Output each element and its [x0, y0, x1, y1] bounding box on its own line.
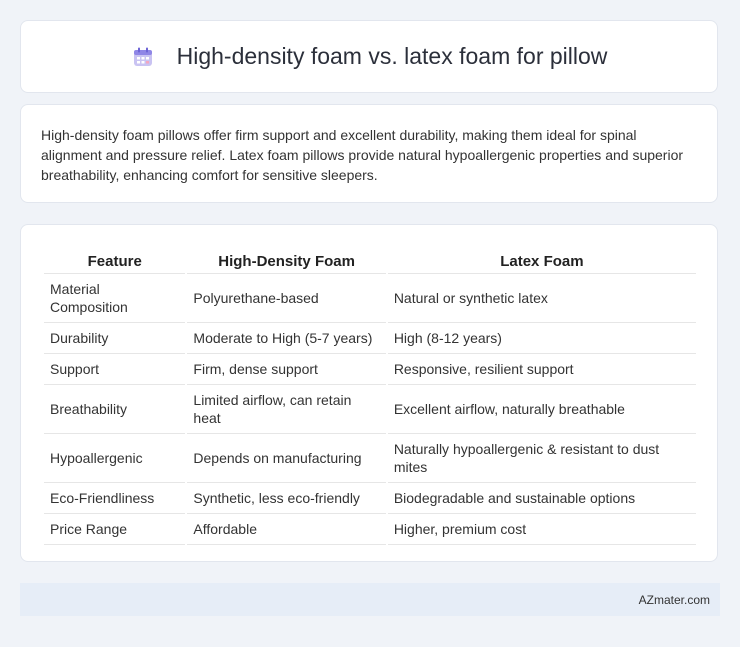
feature-cell: Breathability [44, 385, 186, 434]
summary-text: High-density foam pillows offer firm sup… [41, 127, 684, 183]
comparison-table: Feature High-Density Foam Latex Foam Mat… [42, 245, 698, 545]
feature-cell: Price Range [44, 514, 186, 545]
high-density-foam-cell: Firm, dense support [187, 354, 386, 385]
table-row: Support Firm, dense support Responsive, … [44, 354, 696, 385]
feature-cell: Eco-Friendliness [44, 483, 186, 514]
latex-foam-cell: Excellent airflow, naturally breathable [387, 385, 696, 434]
table-row: Price Range Affordable Higher, premium c… [44, 514, 696, 545]
latex-foam-cell: Higher, premium cost [387, 514, 696, 545]
table-row: Durability Moderate to High (5-7 years) … [44, 323, 696, 354]
high-density-foam-cell: Synthetic, less eco-friendly [187, 483, 386, 514]
high-density-foam-cell: Moderate to High (5-7 years) [187, 323, 386, 354]
footer-site-link[interactable]: AZmater.com [639, 593, 710, 607]
feature-cell: Support [44, 354, 186, 385]
high-density-foam-cell: Affordable [187, 514, 386, 545]
column-header-feature: Feature [44, 245, 186, 274]
calendar-icon [133, 47, 152, 66]
page-title: High-density foam vs. latex foam for pil… [176, 43, 608, 69]
table-row: Material Composition Polyurethane-based … [44, 274, 696, 323]
high-density-foam-cell: Polyurethane-based [187, 274, 386, 323]
high-density-foam-cell: Limited airflow, can retain heat [187, 385, 386, 434]
column-header-latex-foam: Latex Foam [387, 245, 696, 274]
table-header-row: Feature High-Density Foam Latex Foam [44, 245, 696, 274]
title-card: High-density foam vs. latex foam for pil… [20, 20, 718, 93]
footer: AZmater.com [20, 583, 720, 616]
comparison-table-card: Feature High-Density Foam Latex Foam Mat… [20, 224, 718, 562]
table-row: Hypoallergenic Depends on manufacturing … [44, 434, 696, 483]
high-density-foam-cell: Depends on manufacturing [187, 434, 386, 483]
summary-card: High-density foam pillows offer firm sup… [20, 104, 718, 203]
latex-foam-cell: Responsive, resilient support [387, 354, 696, 385]
feature-cell: Durability [44, 323, 186, 354]
latex-foam-cell: Naturally hypoallergenic & resistant to … [387, 434, 696, 483]
latex-foam-cell: Natural or synthetic latex [387, 274, 696, 323]
table-row: Breathability Limited airflow, can retai… [44, 385, 696, 434]
latex-foam-cell: High (8-12 years) [387, 323, 696, 354]
feature-cell: Material Composition [44, 274, 186, 323]
feature-cell: Hypoallergenic [44, 434, 186, 483]
column-header-high-density-foam: High-Density Foam [187, 245, 386, 274]
table-row: Eco-Friendliness Synthetic, less eco-fri… [44, 483, 696, 514]
latex-foam-cell: Biodegradable and sustainable options [387, 483, 696, 514]
